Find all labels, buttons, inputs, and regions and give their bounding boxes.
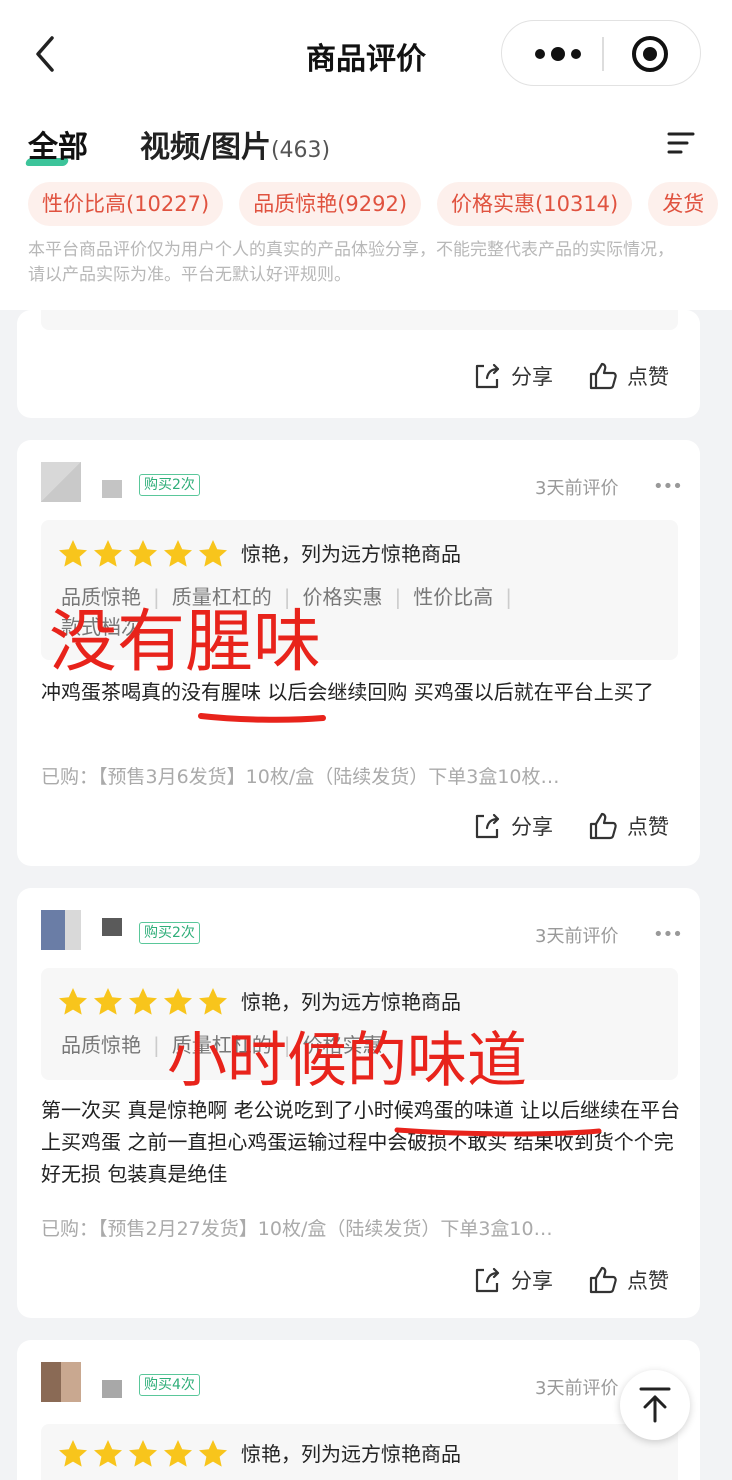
username bbox=[102, 918, 122, 936]
review-actions: 分享 点赞 bbox=[471, 1264, 669, 1296]
star-icon bbox=[129, 1440, 157, 1467]
like-button[interactable]: 点赞 bbox=[587, 360, 669, 392]
tab-media-count: (463) bbox=[270, 138, 331, 163]
tab-media[interactable]: 视频/图片(463) bbox=[140, 122, 330, 166]
annotation-overlay: 没有腥味 bbox=[49, 603, 322, 682]
star-icon bbox=[94, 540, 122, 567]
share-label: 分享 bbox=[511, 815, 553, 839]
tab-all[interactable]: 全部 bbox=[28, 122, 88, 166]
keyword-chip[interactable]: 品质惊艳(9292) bbox=[239, 182, 422, 226]
more-options-icon[interactable]: ••• bbox=[653, 476, 683, 497]
thumbs-up-icon bbox=[589, 1266, 617, 1294]
top-bar: 商品评价 bbox=[0, 0, 732, 108]
star-icon bbox=[199, 1440, 227, 1467]
rating-box-tail bbox=[41, 310, 678, 330]
star-icon bbox=[59, 1440, 87, 1467]
share-button[interactable]: 分享 bbox=[471, 1264, 553, 1296]
review-actions: 分享 点赞 bbox=[471, 360, 669, 392]
keyword-chip[interactable]: 价格实惠(10314) bbox=[437, 182, 633, 226]
share-button[interactable]: 分享 bbox=[471, 810, 553, 842]
review-card: 分享 点赞 bbox=[17, 310, 700, 418]
star-icon bbox=[199, 540, 227, 567]
review-card: 购买2次 3天前评价 ••• 惊艳，列为远方惊艳商品 品质惊艳 | 质量杠杠的 | 价格… bbox=[17, 440, 700, 866]
rating-box: 惊艳，列为远方惊艳商品 bbox=[41, 1424, 678, 1480]
thumbs-up-icon bbox=[589, 812, 617, 840]
review-content: 冲鸡蛋茶喝真的没有腥味 以后会继续回购 买鸡蛋以后就在平台上买了 bbox=[41, 680, 654, 704]
mini-program-capsule bbox=[501, 20, 701, 86]
more-dots-icon[interactable] bbox=[528, 39, 588, 69]
share-label: 分享 bbox=[511, 365, 553, 389]
review-time: 3天前评价 bbox=[535, 478, 619, 499]
star-icon bbox=[164, 1440, 192, 1467]
share-button[interactable]: 分享 bbox=[471, 360, 553, 392]
like-button[interactable]: 点赞 bbox=[587, 1264, 669, 1296]
star-icon bbox=[94, 1440, 122, 1467]
disclaimer-text: 本平台商品评价仅为用户个人的真实的产品体验分享，不能完整代表产品的实际情况，请以… bbox=[28, 240, 674, 285]
purchased-spec[interactable]: 已购：【预售3月6发货】10枚/盒（陆续发货）下单3盒10枚… bbox=[41, 762, 681, 789]
capsule-divider bbox=[602, 37, 604, 71]
rating-label: 惊艳，列为远方惊艳商品 bbox=[241, 990, 461, 1014]
share-icon bbox=[475, 813, 500, 839]
like-button[interactable]: 点赞 bbox=[587, 810, 669, 842]
like-label: 点赞 bbox=[627, 815, 669, 839]
share-icon bbox=[475, 363, 500, 389]
target-icon[interactable] bbox=[630, 34, 670, 74]
avatar[interactable] bbox=[41, 910, 81, 950]
star-icon bbox=[129, 540, 157, 567]
avatar[interactable] bbox=[41, 1362, 81, 1402]
review-card: 购买2次 3天前评价 ••• 惊艳，列为远方惊艳商品 品质惊艳 | 质量杠杠的 | 价格… bbox=[17, 888, 700, 1318]
keyword-chip[interactable]: 发货 bbox=[648, 182, 719, 226]
more-options-icon[interactable]: ••• bbox=[653, 924, 683, 945]
menu-icon[interactable] bbox=[666, 128, 696, 158]
review-actions: 分享 点赞 bbox=[471, 810, 669, 842]
review-tag: 性价比高 bbox=[413, 585, 494, 609]
star-rating bbox=[57, 538, 232, 570]
star-icon bbox=[94, 988, 122, 1015]
username bbox=[102, 1380, 122, 1398]
star-icon bbox=[164, 540, 192, 567]
review-card: 购买4次 3天前评价 惊艳，列为远方惊艳商品 bbox=[17, 1340, 700, 1480]
review-tag: 品质惊艳 bbox=[61, 1033, 141, 1057]
filter-header: 全部 视频/图片(463) 性价比高(10227) 品质惊艳(9292) 价格实惠(… bbox=[0, 108, 732, 310]
annotation-underline bbox=[394, 1127, 602, 1137]
like-label: 点赞 bbox=[627, 365, 669, 389]
username bbox=[102, 480, 122, 498]
scroll-top-icon bbox=[639, 1387, 671, 1423]
star-icon bbox=[129, 988, 157, 1015]
keyword-chips: 性价比高(10227) 品质惊艳(9292) 价格实惠(10314) 发货 bbox=[28, 182, 720, 232]
annotation-overlay: 小时候的味道 bbox=[167, 1026, 527, 1096]
keyword-chip[interactable]: 性价比高(10227) bbox=[28, 182, 224, 226]
like-label: 点赞 bbox=[627, 1269, 669, 1293]
star-icon bbox=[59, 988, 87, 1015]
share-label: 分享 bbox=[511, 1269, 553, 1293]
share-icon bbox=[475, 1267, 500, 1293]
scroll-to-top-button[interactable] bbox=[620, 1370, 690, 1440]
purchase-badge: 购买4次 bbox=[139, 1374, 200, 1396]
star-rating bbox=[57, 1438, 232, 1470]
rating-label: 惊艳，列为远方惊艳商品 bbox=[241, 1442, 461, 1466]
tab-media-label: 视频/图片 bbox=[140, 130, 271, 165]
avatar[interactable] bbox=[41, 462, 81, 502]
annotation-underline bbox=[198, 713, 326, 723]
thumbs-up-icon bbox=[589, 362, 617, 390]
star-icon bbox=[59, 540, 87, 567]
review-time: 3天前评价 bbox=[535, 926, 619, 947]
review-content: 第一次买 真是惊艳啊 老公说吃到了小时候鸡蛋的味道 让以后继续在平台上买鸡蛋 之… bbox=[41, 1098, 681, 1186]
review-time: 3天前评价 bbox=[535, 1378, 619, 1399]
purchase-badge: 购买2次 bbox=[139, 474, 200, 496]
rating-label: 惊艳，列为远方惊艳商品 bbox=[241, 542, 461, 566]
purchased-spec[interactable]: 已购：【预售2月27发货】10枚/盒（陆续发货）下单3盒10… bbox=[41, 1214, 681, 1241]
purchase-badge: 购买2次 bbox=[139, 922, 200, 944]
